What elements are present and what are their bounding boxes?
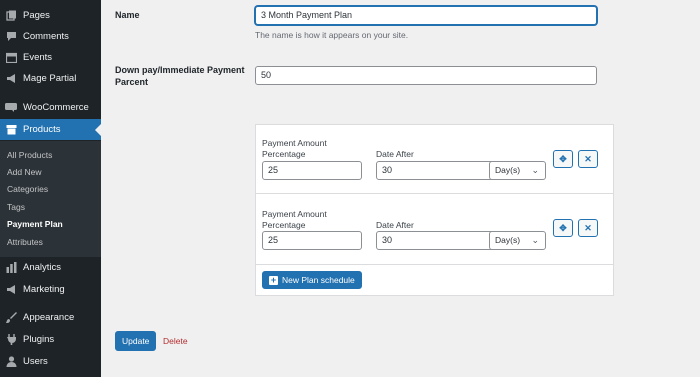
unit-select[interactable]: Day(s) ⌄ [489, 231, 546, 250]
sidebar-item-comments[interactable]: Comments [0, 26, 101, 47]
megaphone-icon [5, 284, 17, 296]
sidebar-item-products[interactable]: Products [0, 119, 101, 140]
comments-icon [5, 31, 17, 43]
move-icon: ✥ [559, 153, 567, 164]
date-after-input[interactable]: 30 [376, 161, 504, 180]
submenu-attributes[interactable]: Attributes [7, 237, 43, 247]
sidebar-item-label: Products [23, 124, 61, 135]
plan-schedule-box: Payment Amount Percentage 25 Date After … [255, 124, 614, 296]
bar-chart-icon [5, 262, 17, 274]
sidebar-item-woocommerce[interactable]: WooCommerce [0, 97, 101, 118]
products-submenu: All Products Add New Categories Tags Pay… [0, 141, 101, 257]
archive-icon [5, 124, 17, 136]
sidebar-item-plugins[interactable]: Plugins [0, 329, 101, 350]
pct-label-line2: Percentage [262, 149, 306, 159]
submenu-tags[interactable]: Tags [7, 202, 25, 212]
chevron-down-icon: ⌄ [531, 235, 539, 245]
downpay-input[interactable]: 50 [255, 66, 597, 85]
chevron-down-icon: ⌄ [531, 165, 539, 175]
brush-icon [5, 312, 17, 324]
submenu-all-products[interactable]: All Products [7, 150, 52, 160]
pct-label-line2: Percentage [262, 220, 306, 230]
move-row-button[interactable]: ✥ [553, 219, 573, 237]
unit-select-value: Day(s) [495, 165, 521, 175]
sidebar-item-mage-partial[interactable]: Mage Partial [0, 68, 101, 89]
update-label: Update [122, 336, 150, 346]
sidebar-item-marketing[interactable]: Marketing [0, 279, 101, 300]
pct-input[interactable]: 25 [262, 231, 362, 250]
sidebar-item-label: Plugins [23, 334, 55, 345]
submenu-add-new[interactable]: Add New [7, 167, 42, 177]
name-label: Name [115, 10, 140, 20]
unit-select-value: Day(s) [495, 235, 521, 245]
close-icon: ✕ [584, 222, 592, 233]
sidebar-item-label: Comments [23, 31, 69, 42]
name-hint: The name is how it appears on your site. [255, 30, 409, 40]
move-row-button[interactable]: ✥ [553, 150, 573, 168]
sidebar-item-label: Events [23, 52, 53, 63]
megaphone-icon [5, 73, 17, 85]
date-after-input[interactable]: 30 [376, 231, 504, 250]
sidebar-item-label: WooCommerce [23, 102, 89, 113]
move-icon: ✥ [559, 222, 567, 233]
unit-select[interactable]: Day(s) ⌄ [489, 161, 546, 180]
date-after-label: Date After [376, 220, 414, 230]
delete-link[interactable]: Delete [163, 336, 188, 346]
row-divider [256, 193, 613, 194]
plug-icon [5, 334, 17, 346]
plus-icon: + [269, 274, 278, 285]
sidebar-item-label: Analytics [23, 262, 62, 273]
sidebar-item-label: Appearance [23, 312, 75, 323]
sidebar-item-pages[interactable]: Pages [0, 5, 101, 26]
sidebar-item-label: Marketing [23, 284, 65, 295]
sidebar-item-label: Pages [23, 10, 50, 21]
downpay-label-line2: Parcent [115, 77, 149, 87]
update-button[interactable]: Update [115, 331, 157, 351]
remove-row-button[interactable]: ✕ [578, 219, 598, 237]
sidebar-item-label: Users [23, 356, 48, 367]
remove-row-button[interactable]: ✕ [578, 150, 598, 168]
sidebar-item-analytics[interactable]: Analytics [0, 257, 101, 278]
date-after-label: Date After [376, 149, 414, 159]
pct-label-line1: Payment Amount [262, 138, 327, 148]
row-divider [256, 264, 613, 265]
pct-label-line1: Payment Amount [262, 209, 327, 219]
sidebar-item-users[interactable]: Users [0, 351, 101, 372]
sidebar-item-events[interactable]: Events [0, 47, 101, 68]
sidebar-item-label: Mage Partial [23, 73, 77, 84]
downpay-label-line1: Down pay/Immediate Payment [115, 65, 245, 75]
close-icon: ✕ [584, 153, 592, 164]
admin-sidebar: Pages Comments Events Mage Partial WooCo… [0, 0, 101, 377]
pct-input[interactable]: 25 [262, 161, 362, 180]
user-icon [5, 356, 17, 368]
woo-icon [5, 102, 17, 114]
pages-icon [5, 10, 17, 22]
new-plan-schedule-label: New Plan schedule [282, 275, 355, 285]
name-input[interactable]: 3 Month Payment Plan [255, 6, 597, 25]
submenu-payment-plan[interactable]: Payment Plan [7, 219, 63, 229]
new-plan-schedule-button[interactable]: + New Plan schedule [262, 271, 362, 289]
submenu-categories[interactable]: Categories [7, 184, 48, 194]
sidebar-item-appearance[interactable]: Appearance [0, 307, 101, 328]
calendar-icon [5, 52, 17, 64]
